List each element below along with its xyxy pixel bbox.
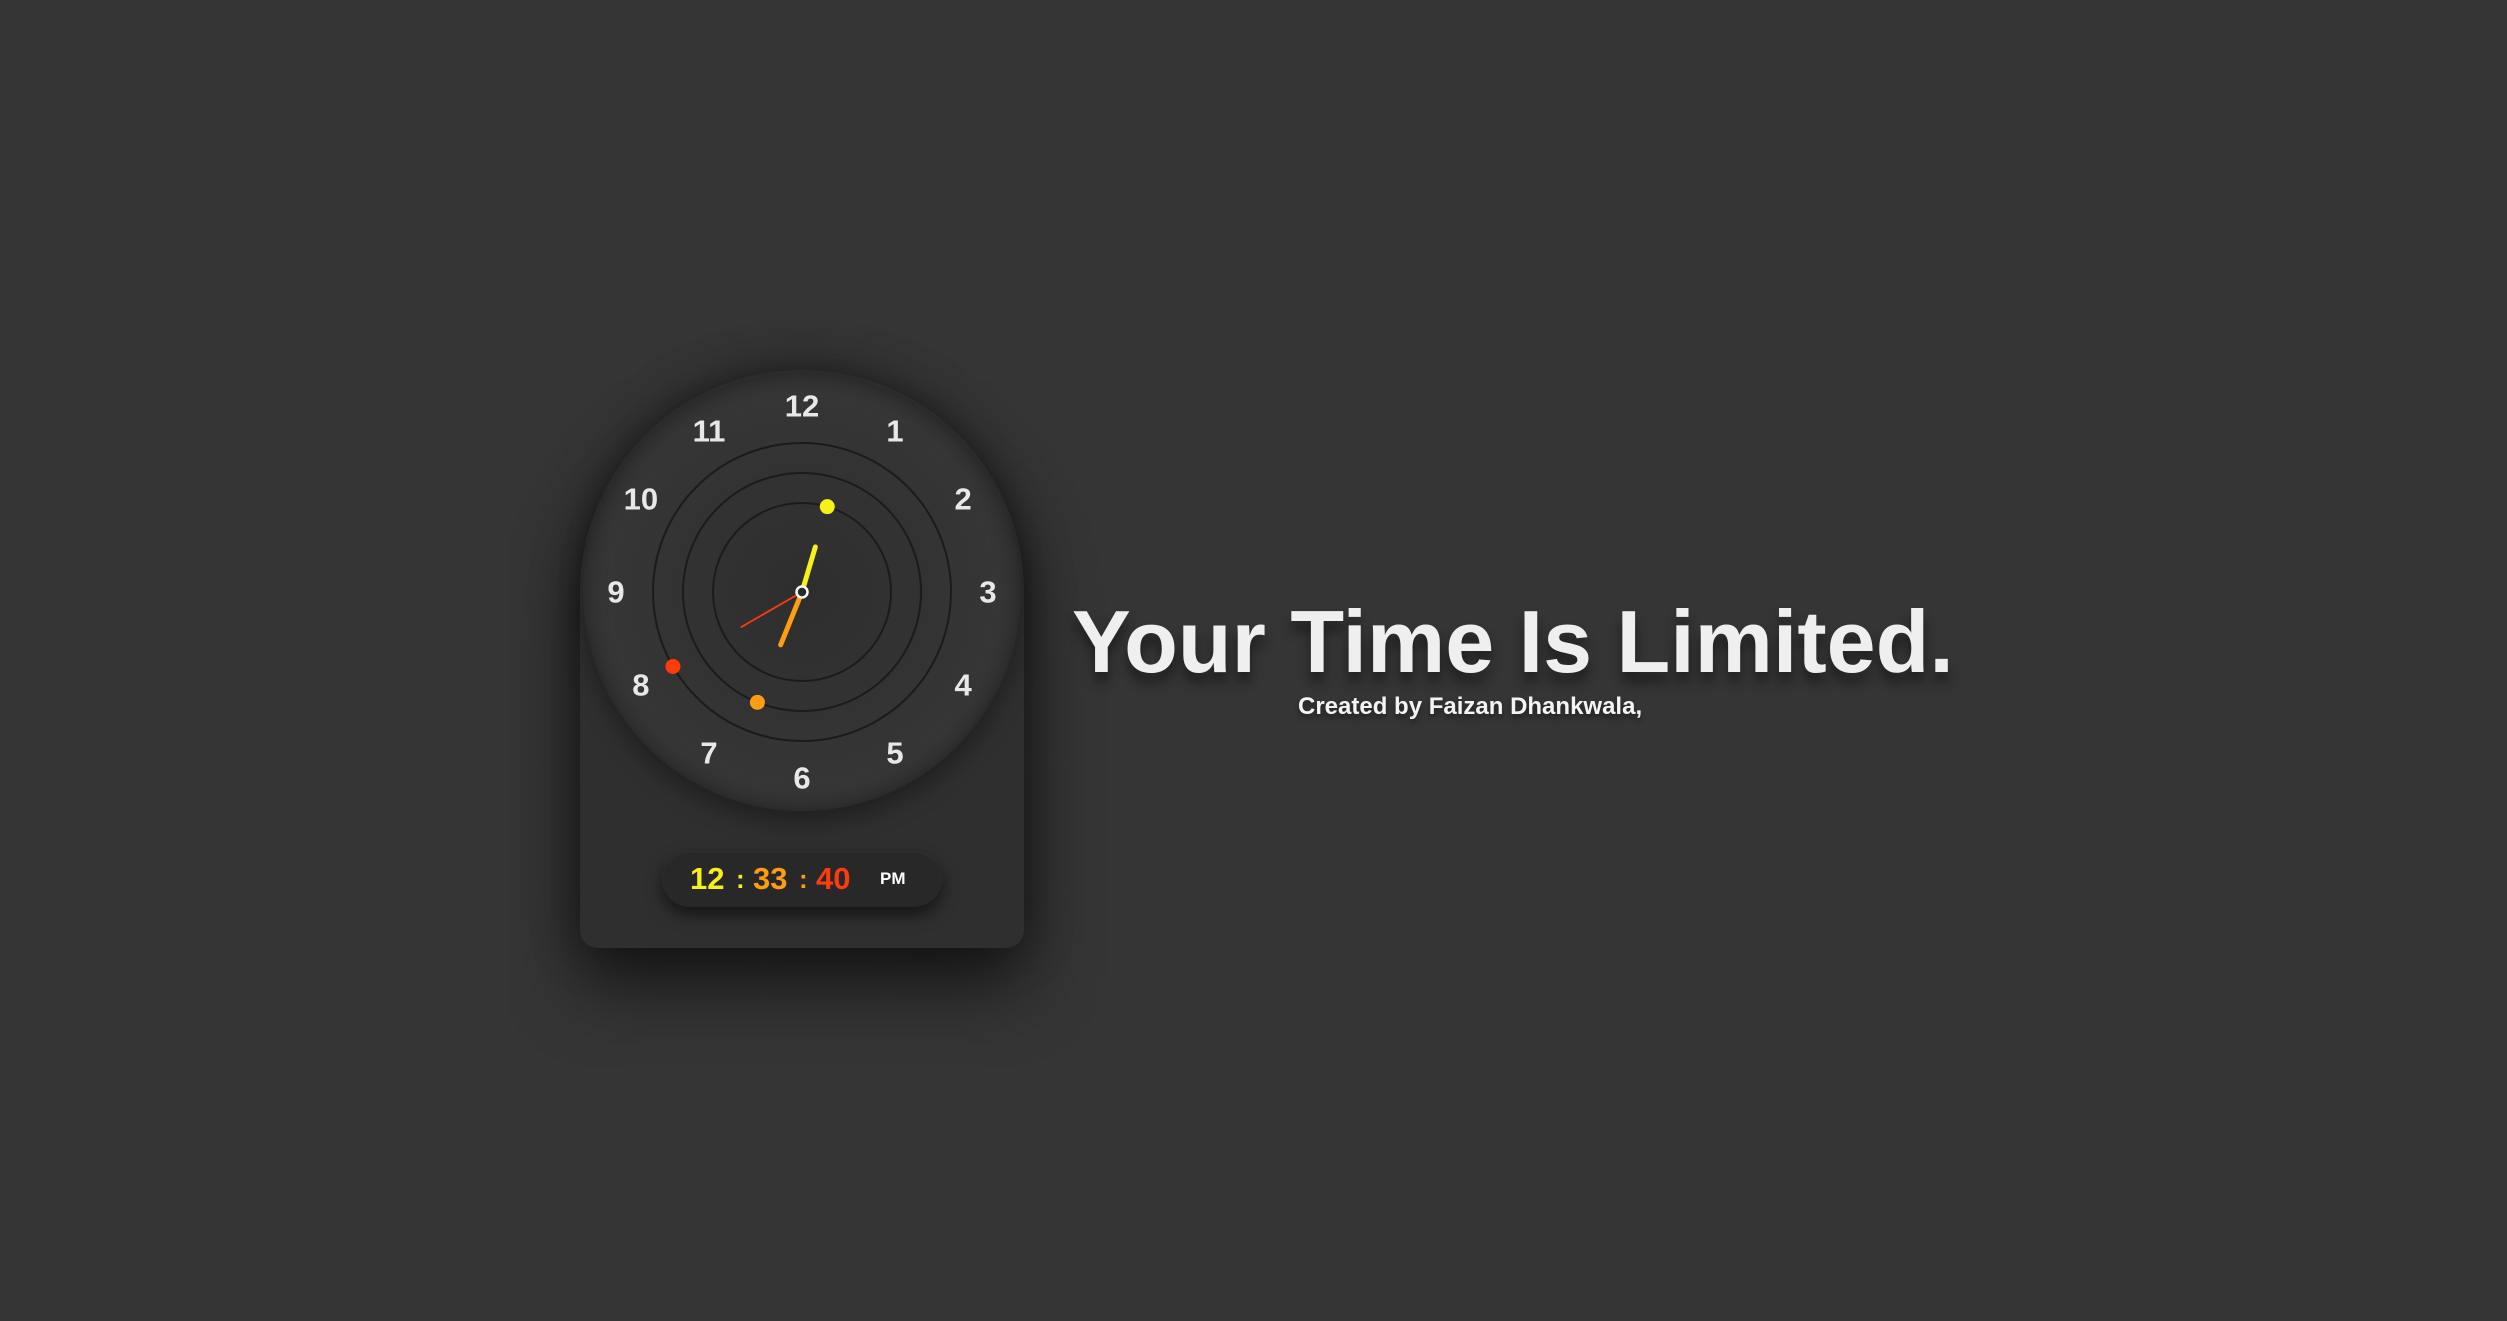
dial-number-12: 12: [785, 389, 819, 424]
dial-number-9: 9: [607, 575, 624, 610]
minute-hand: [778, 589, 805, 648]
digital-clock-display: 12 : 33 : 40 PM: [662, 851, 942, 907]
center-pin: [795, 585, 809, 599]
dial-number-7: 7: [700, 736, 717, 771]
hours-dot: [819, 499, 835, 515]
clock-widget: 12 1 2 3 4 5 6 7 8 9 10 11 12 : 33 : 40 PM: [580, 370, 1024, 948]
digital-minutes: 33: [753, 861, 788, 896]
hour-hand: [799, 544, 818, 595]
seconds-dot: [665, 659, 681, 674]
dial-number-5: 5: [886, 736, 903, 771]
clock-dial: 12 1 2 3 4 5 6 7 8 9 10 11: [583, 373, 1021, 811]
dial-number-3: 3: [979, 575, 996, 610]
digital-ampm: PM: [880, 869, 906, 888]
digital-separator: :: [799, 864, 808, 894]
dial-number-4: 4: [954, 668, 972, 703]
dial-number-11: 11: [693, 413, 726, 448]
digital-seconds: 40: [816, 861, 851, 896]
digital-hours: 12: [690, 861, 725, 896]
author-credit: Created by Faizan Dhankwala,: [1298, 693, 1643, 720]
clock-face: 121234567891011: [607, 389, 996, 796]
dial-number-8: 8: [632, 668, 649, 703]
dial-number-1: 1: [886, 413, 903, 448]
minutes-dot: [749, 694, 765, 710]
page-title: Your Time Is Limited.: [1072, 592, 1954, 691]
dial-number-10: 10: [624, 482, 658, 517]
dial-number-6: 6: [793, 761, 810, 796]
digital-separator: :: [736, 864, 745, 894]
dial-number-2: 2: [954, 482, 971, 517]
